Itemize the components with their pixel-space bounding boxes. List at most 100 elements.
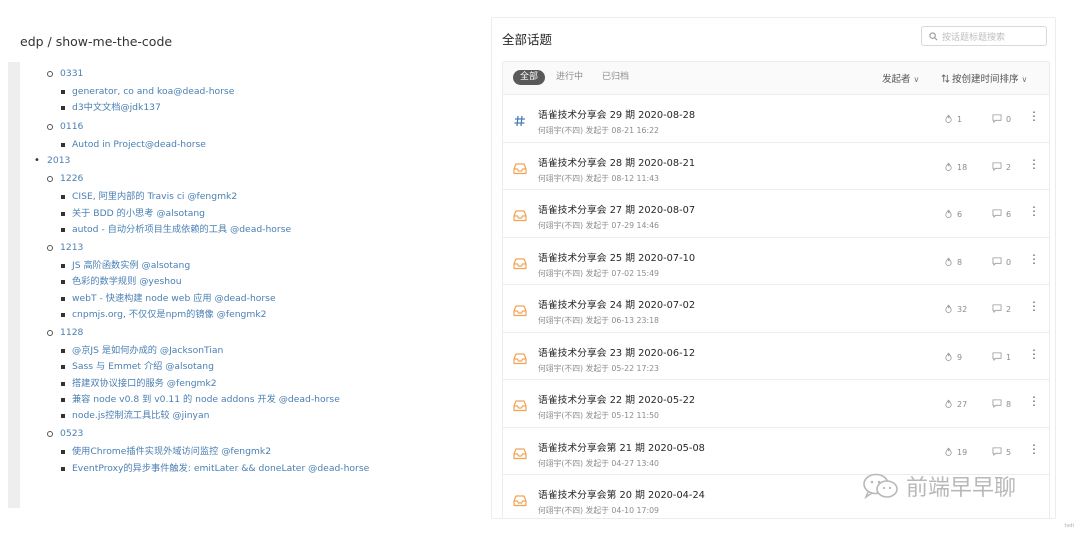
topic-title[interactable]: 语雀技术分享会 25 期 2020-07-10	[538, 250, 695, 264]
inbox-icon	[513, 350, 527, 364]
list-toolbar: 全部 进行中 已归档 发起者 ∨ 按创建时间排序 ∨	[503, 62, 1049, 95]
sort-icon	[941, 74, 950, 83]
like-icon	[944, 162, 957, 173]
tree-link[interactable]: JS 高阶函数实例 @alsotang	[28, 258, 468, 274]
comment-icon	[992, 256, 1006, 268]
tree-link[interactable]: webT - 快速构建 node web 应用 @dead-horse	[28, 291, 468, 307]
like-icon	[944, 257, 957, 268]
like-icon	[944, 352, 957, 363]
comment-icon	[992, 209, 1006, 220]
more-icon[interactable]: ⋮	[1028, 348, 1040, 360]
topic-title[interactable]: 语雀技术分享会 28 期 2020-08-21	[538, 155, 695, 169]
likes-count: 6	[944, 209, 962, 220]
topic-meta: 何翊宇(不四) 发起于 08-21 16:22	[538, 126, 660, 135]
tree-link[interactable]: CISE, 阿里内部的 Travis ci @fengmk2	[28, 189, 468, 205]
comments-count: 0	[992, 114, 1011, 125]
topic-title[interactable]: 语雀技术分享会 27 期 2020-08-07	[538, 202, 695, 216]
like-icon	[944, 399, 957, 410]
tree-month[interactable]: 0116	[28, 119, 468, 135]
topic-meta: 何翊宇(不四) 发起于 07-29 14:46	[538, 221, 660, 230]
comment-icon	[992, 304, 1006, 315]
watermark: 前端早早聊	[862, 471, 1016, 501]
more-icon[interactable]: ⋮	[1028, 253, 1040, 265]
tree-link[interactable]: 关于 BDD 的小思考 @alsotang	[28, 206, 468, 222]
topic-row[interactable]: 语雀技术分享会第 21 期 2020-05-08 何翊宇(不四) 发起于 04-2…	[503, 427, 1049, 475]
repo-title[interactable]: edp / show-me-the-code	[20, 34, 172, 49]
comments-value: 2	[1006, 162, 1012, 172]
likes-count: 18	[944, 162, 967, 173]
topic-row[interactable]: 语雀技术分享会 29 期 2020-08-28 何翊宇(不四) 发起于 08-21…	[503, 95, 1049, 143]
tree-month[interactable]: 1226	[28, 171, 468, 187]
wechat-icon	[863, 473, 898, 500]
more-icon[interactable]: ⋮	[1028, 395, 1040, 407]
tree-link[interactable]: autod - 自动分析项目生成依赖的工具 @dead-horse	[28, 222, 468, 238]
initiator-filter[interactable]: 发起者 ∨	[882, 71, 919, 85]
tab-ongoing[interactable]: 进行中	[549, 70, 590, 85]
tree-link[interactable]: node.js控制流工具比较 @jinyan	[28, 408, 468, 424]
topic-row[interactable]: 语雀技术分享会 27 期 2020-08-07 何翊宇(不四) 发起于 07-29…	[503, 190, 1049, 238]
tree-link[interactable]: Sass 与 Emmet 介绍 @alsotang	[28, 359, 468, 375]
talk-tree: 0331 generator, co and koa@dead-horse d3中文…	[28, 64, 468, 477]
tree-link[interactable]: @京JS 是如何办成的 @JacksonTian	[28, 343, 468, 359]
tree-month[interactable]: 0523	[28, 426, 468, 442]
more-icon[interactable]: ⋮	[1028, 300, 1040, 312]
topic-title[interactable]: 语雀技术分享会 24 期 2020-07-02	[538, 297, 695, 311]
tree-month[interactable]: 1128	[28, 325, 468, 341]
tree-link[interactable]: cnpmjs.org, 不仅仅是npm的镜像 @fengmk2	[28, 307, 468, 323]
more-icon[interactable]: ⋮	[1028, 158, 1040, 170]
panel-title: 全部话题	[502, 32, 553, 47]
tree-link[interactable]: EventProxy的异步事件触发: emitLater && doneLate…	[28, 461, 468, 477]
sort-filter[interactable]: 按创建时间排序 ∨	[941, 71, 1027, 85]
search-input[interactable]: 按话题标题搜索	[921, 26, 1047, 46]
topic-meta: 何翊宇(不四) 发起于 06-13 23:18	[538, 316, 660, 325]
inbox-icon	[513, 160, 527, 174]
chevron-down-icon: ∨	[1021, 75, 1028, 84]
comments-value: 8	[1006, 400, 1012, 409]
comments-value: 0	[1006, 115, 1012, 124]
topic-meta: 何翊宇(不四) 发起于 04-10 17:09	[538, 506, 660, 515]
likes-value: 27	[957, 400, 968, 409]
hash-icon	[513, 112, 527, 127]
like-icon	[944, 209, 957, 220]
tree-link[interactable]: 搭建双协议接口的服务 @fengmk2	[28, 376, 468, 392]
tree-month[interactable]: 1213	[28, 240, 468, 256]
sort-filter-label: 按创建时间排序	[952, 74, 1019, 85]
inbox-icon	[513, 255, 527, 269]
topic-row[interactable]: 语雀技术分享会 24 期 2020-07-02 何翊宇(不四) 发起于 06-13…	[503, 285, 1049, 333]
tree-month[interactable]: 0331	[28, 66, 468, 82]
more-icon[interactable]: ⋮	[1028, 443, 1040, 455]
inbox-icon	[513, 445, 527, 459]
topic-title[interactable]: 语雀技术分享会第 20 期 2020-04-24	[538, 487, 705, 501]
tab-archived[interactable]: 已归档	[595, 70, 636, 85]
topic-row[interactable]: 语雀技术分享会 22 期 2020-05-22 何翊宇(不四) 发起于 05-12…	[503, 380, 1049, 428]
tree-year[interactable]: 2013	[28, 153, 468, 169]
topic-meta: 何翊宇(不四) 发起于 04-27 13:40	[538, 458, 660, 468]
tree-link[interactable]: generator, co and koa@dead-horse	[28, 84, 468, 100]
tree-link[interactable]: 色彩的数学规则 @yeshou	[28, 274, 468, 290]
tree-link[interactable]: Autod in Project@dead-horse	[28, 137, 468, 153]
tree-link[interactable]: d3中文文档@jdk137	[28, 100, 468, 116]
topic-title[interactable]: 语雀技术分享会 29 期 2020-08-28	[538, 107, 695, 121]
topic-title[interactable]: 语雀技术分享会 23 期 2020-06-12	[538, 345, 695, 359]
tab-all[interactable]: 全部	[513, 70, 546, 85]
likes-value: 19	[957, 447, 968, 457]
topic-row[interactable]: 语雀技术分享会 25 期 2020-07-10 何翊宇(不四) 发起于 07-02…	[503, 237, 1049, 285]
likes-count: 8	[944, 257, 962, 268]
comments-value: 1	[1006, 352, 1012, 362]
tree-link[interactable]: 兼容 node v0.8 到 v0.11 的 node addons 开发 @d…	[28, 392, 468, 408]
topic-title[interactable]: 语雀技术分享会 22 期 2020-05-22	[538, 392, 695, 406]
comments-count: 8	[992, 399, 1011, 410]
more-icon[interactable]: ⋮	[1028, 110, 1040, 122]
topic-row[interactable]: 语雀技术分享会 23 期 2020-06-12 何翊宇(不四) 发起于 05-22…	[503, 332, 1049, 380]
topic-row[interactable]: 语雀技术分享会 28 期 2020-08-21 何翊宇(不四) 发起于 08-12…	[503, 142, 1049, 190]
comment-icon	[992, 446, 1006, 458]
likes-count: 19	[944, 447, 967, 458]
inbox-icon	[513, 207, 527, 222]
likes-count: 1	[944, 114, 962, 125]
topic-title[interactable]: 语雀技术分享会第 21 期 2020-05-08	[538, 440, 705, 454]
inbox-icon	[513, 302, 527, 317]
likes-count: 27	[944, 399, 967, 410]
more-icon[interactable]: ⋮	[1028, 205, 1040, 217]
comments-value: 2	[1006, 305, 1012, 314]
tree-link[interactable]: 使用Chrome插件实现外域访问监控 @fengmk2	[28, 444, 468, 460]
